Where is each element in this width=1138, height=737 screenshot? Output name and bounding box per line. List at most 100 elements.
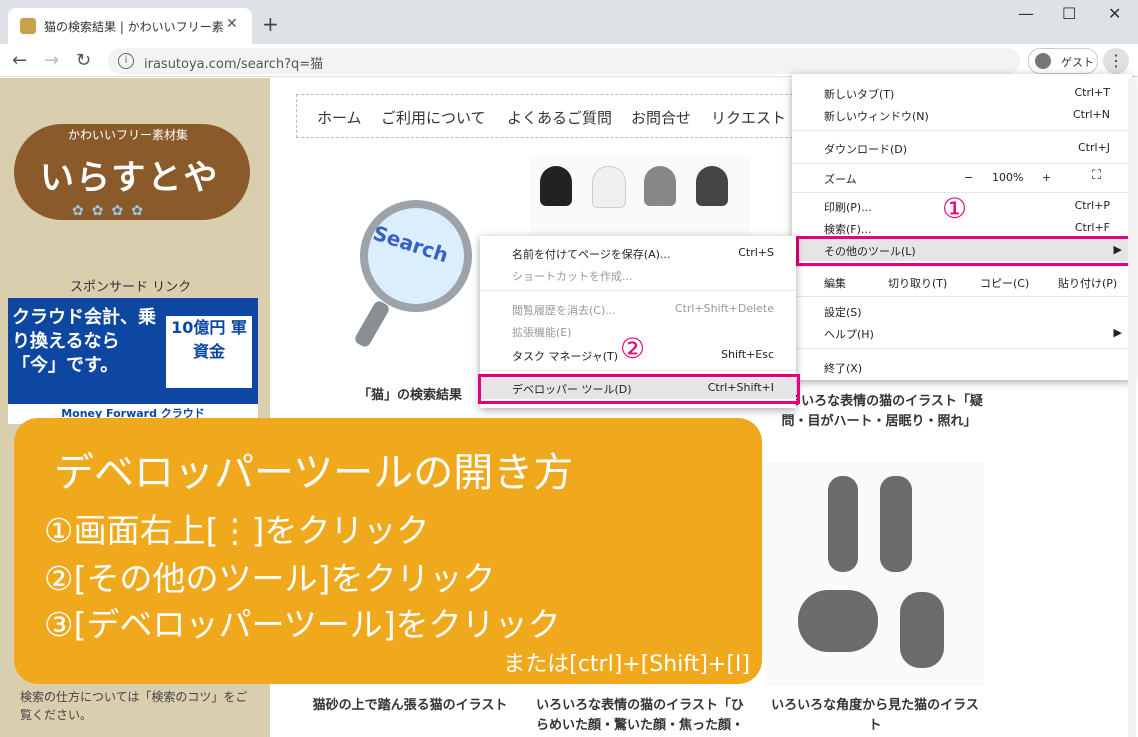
- gray-cat-back-icon: [828, 476, 858, 572]
- item-caption[interactable]: いろいろな表情の猫のイラスト「疑問・目がハート・居眠り・照れ」: [770, 392, 988, 432]
- edit-row: 編集 切り取り(T) コピー(C) 貼り付け(P): [792, 270, 1132, 292]
- paste-button[interactable]: 貼り付け(P): [1058, 275, 1117, 291]
- close-window-icon[interactable]: ✕: [1108, 4, 1121, 23]
- gray-cat-side-icon: [798, 590, 878, 652]
- magnifier-handle: [353, 299, 391, 349]
- browser-tab[interactable]: 猫の検索結果 | かわいいフリー素材集 ✕: [8, 8, 252, 44]
- menu-shortcut: Ctrl+Shift+Delete: [674, 302, 774, 315]
- reload-icon[interactable]: ↻: [76, 50, 91, 71]
- copy-button[interactable]: コピー(C): [980, 275, 1029, 291]
- item-caption[interactable]: いろいろな角度から見た猫のイラスト: [766, 696, 984, 736]
- item-caption[interactable]: 猫砂の上で踏ん張る猫のイラスト: [296, 696, 524, 716]
- submenu-arrow-icon: ▶: [1113, 326, 1122, 339]
- forward-arrow-icon[interactable]: →: [44, 50, 59, 71]
- instruction-overlay: デベロッパーツールの開き方 ①画面右上[⋮]をクリック ②[その他のツール]をク…: [14, 418, 762, 684]
- overlay-step-1: ①画面右上[⋮]をクリック: [44, 511, 430, 550]
- menu-shortcut: Ctrl+P: [1074, 199, 1110, 212]
- menu-label: ヘルプ(H): [824, 328, 874, 341]
- menu-shortcut: Ctrl+T: [1074, 86, 1110, 99]
- flowers-icon: ✿✿✿✿: [72, 203, 151, 219]
- menu-label: ショートカットを作成...: [512, 270, 633, 283]
- submenu-clear-history[interactable]: 閲覧履歴を消去(C)... Ctrl+Shift+Delete: [480, 298, 796, 320]
- maximize-icon[interactable]: ☐: [1062, 4, 1076, 23]
- menu-shortcut: Ctrl+F: [1074, 221, 1110, 234]
- nav-faq[interactable]: よくあるご質問: [507, 107, 612, 128]
- nav-request[interactable]: リクエスト: [711, 107, 786, 128]
- chrome-menu: 新しいタブ(T) Ctrl+T 新しいウィンドウ(N) Ctrl+N ダウンロー…: [792, 74, 1132, 380]
- menu-shortcut: Ctrl+S: [738, 246, 774, 259]
- menu-label: 終了(X): [824, 362, 863, 375]
- menu-label: 新しいタブ(T): [824, 88, 895, 101]
- item-caption[interactable]: いろいろな表情の猫のイラスト「ひらめいた顔・驚いた顔・焦った顔・: [530, 696, 750, 736]
- url-text: irasutoya.com/search?q=猫: [144, 57, 324, 72]
- menu-divider: [792, 130, 1132, 131]
- menu-label: 名前を付けてページを保存(A)...: [512, 248, 671, 261]
- zoom-out-button[interactable]: −: [964, 171, 973, 184]
- nav-home[interactable]: ホーム: [317, 107, 362, 128]
- guest-label: ゲスト: [1061, 56, 1094, 69]
- menu-item-new-tab[interactable]: 新しいタブ(T) Ctrl+T: [792, 82, 1132, 104]
- gray-cat-icon: [644, 166, 676, 206]
- search-result-caption: 「猫」の検索結果: [357, 388, 462, 403]
- guest-profile-button[interactable]: ゲスト: [1028, 48, 1098, 74]
- nav-contact[interactable]: お問合せ: [631, 107, 691, 128]
- menu-item-exit[interactable]: 終了(X): [792, 356, 1132, 378]
- gray-cats-illustration[interactable]: [766, 462, 984, 686]
- menu-label: 閲覧履歴を消去(C)...: [512, 304, 616, 317]
- menu-label: タスク マネージャ(T): [512, 350, 619, 363]
- close-tab-icon[interactable]: ✕: [226, 16, 238, 32]
- menu-label: 検索(F)...: [824, 223, 872, 236]
- fullscreen-icon[interactable]: ⛶: [1092, 168, 1101, 183]
- info-icon[interactable]: i: [118, 53, 134, 69]
- menu-divider: [480, 370, 796, 371]
- address-bar[interactable]: i irasutoya.com/search?q=猫: [108, 48, 1020, 74]
- menu-item-settings[interactable]: 設定(S): [792, 300, 1132, 322]
- step-2-marker: ②: [620, 332, 646, 365]
- cut-button[interactable]: 切り取り(T): [888, 275, 947, 291]
- menu-shortcut: Ctrl+N: [1072, 108, 1110, 121]
- zoom-row: ズーム − 100% + ⛶: [792, 166, 1132, 188]
- overlay-step-2: ②[その他のツール]をクリック: [44, 559, 496, 598]
- menu-divider: [792, 163, 1132, 164]
- ad-box: 10億円 軍資金: [166, 316, 252, 388]
- overlay-title: デベロッパーツールの開き方: [54, 450, 574, 496]
- tab-strip: 猫の検索結果 | かわいいフリー素材集 ✕ + — ☐ ✕: [0, 0, 1138, 44]
- cat-illustration[interactable]: [530, 156, 750, 238]
- favicon-icon: [20, 18, 36, 34]
- menu-label: 印刷(P)...: [824, 201, 872, 214]
- scrollbar[interactable]: [1128, 78, 1136, 737]
- new-tab-button[interactable]: +: [262, 12, 279, 36]
- step-1-marker: ①: [942, 192, 968, 225]
- menu-item-new-window[interactable]: 新しいウィンドウ(N) Ctrl+N: [792, 104, 1132, 126]
- gray-cat-front-icon: [880, 476, 912, 572]
- highlight-developer-tools: [478, 374, 800, 404]
- tuxedo-cat-icon: [696, 166, 728, 206]
- menu-item-help[interactable]: ヘルプ(H) ▶: [792, 322, 1132, 344]
- highlight-more-tools: [796, 236, 1134, 266]
- menu-shortcut: Ctrl+J: [1077, 141, 1110, 154]
- back-arrow-icon[interactable]: ←: [12, 50, 27, 71]
- site-nav: ホーム ご利用について よくあるご質問 お問合せ リクエスト: [296, 94, 818, 138]
- search-help-text: 検索の仕方については「検索のコツ」をご覧ください。: [20, 690, 248, 722]
- nav-usage[interactable]: ご利用について: [381, 107, 486, 128]
- ad-text: クラウド会計、乗り換えるなら「今」です。: [12, 307, 156, 376]
- menu-divider: [792, 266, 1132, 267]
- menu-item-downloads[interactable]: ダウンロード(D) Ctrl+J: [792, 137, 1132, 159]
- menu-label: ダウンロード(D): [824, 143, 908, 156]
- chrome-menu-button[interactable]: ⋮: [1103, 48, 1129, 74]
- logo-tagline: かわいいフリー素材集: [68, 128, 189, 142]
- submenu-save-page[interactable]: 名前を付けてページを保存(A)... Ctrl+S: [480, 242, 796, 264]
- white-cat-icon: [592, 166, 626, 208]
- menu-shortcut: Shift+Esc: [721, 348, 774, 361]
- ad-banner[interactable]: クラウド会計、乗り換えるなら「今」です。 10億円 軍資金: [8, 298, 258, 404]
- minimize-icon[interactable]: —: [1018, 4, 1034, 23]
- menu-divider: [792, 296, 1132, 297]
- logo-title: いらすとや: [40, 158, 220, 198]
- zoom-label: ズーム: [824, 173, 857, 186]
- menu-label: 設定(S): [824, 306, 862, 319]
- zoom-in-button[interactable]: +: [1042, 171, 1051, 184]
- menu-label: 拡張機能(E): [512, 326, 572, 339]
- tab-title: 猫の検索結果 | かわいいフリー素材集: [44, 20, 224, 34]
- submenu-create-shortcut[interactable]: ショートカットを作成...: [480, 264, 796, 286]
- edit-label: 編集: [824, 277, 846, 290]
